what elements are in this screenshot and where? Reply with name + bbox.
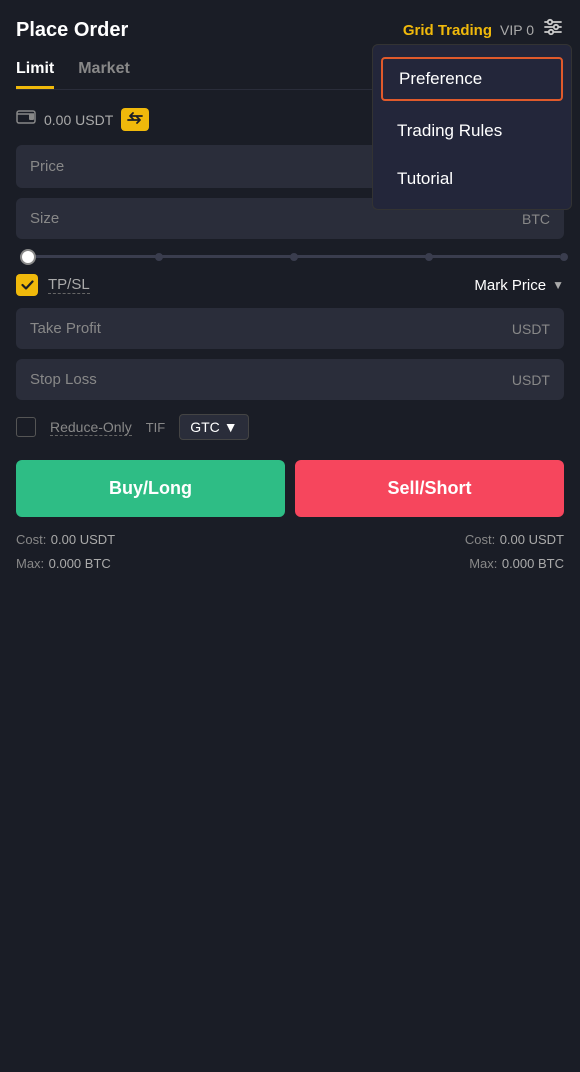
buy-long-button[interactable]: Buy/Long — [16, 460, 285, 517]
take-profit-row: Take Profit USDT — [16, 308, 564, 349]
dropdown-menu: Preference Trading Rules Tutorial — [372, 44, 572, 210]
slider-thumb[interactable] — [20, 249, 36, 265]
grid-trading-button[interactable]: Grid Trading — [403, 22, 492, 39]
vip-badge: VIP 0 — [500, 22, 534, 38]
transfer-button[interactable] — [121, 108, 149, 131]
size-unit: BTC — [522, 211, 550, 227]
size-slider[interactable] — [16, 255, 564, 258]
sell-cost-value: 0.00 USDT — [500, 532, 564, 547]
options-row: Reduce-Only TIF GTC ▼ — [16, 414, 564, 440]
gtc-select[interactable]: GTC ▼ — [179, 414, 248, 440]
tpsl-left: TP/SL — [16, 274, 90, 296]
cost-row: Cost: 0.00 USDT Cost: 0.00 USDT — [16, 531, 564, 549]
size-label: Size — [30, 210, 59, 227]
take-profit-label: Take Profit — [30, 320, 101, 337]
mark-price-selector[interactable]: Mark Price ▼ — [474, 277, 564, 294]
tpsl-checkbox[interactable] — [16, 274, 38, 296]
sell-cost-label: Cost: — [465, 532, 495, 547]
mark-price-label: Mark Price — [474, 277, 546, 294]
wallet-icon — [16, 110, 36, 129]
stop-loss-unit: USDT — [512, 372, 550, 388]
reduce-only-label: Reduce-Only — [50, 419, 132, 436]
header-right: Grid Trading VIP 0 Preference Trading Ru… — [403, 16, 564, 44]
buy-cost-value: 0.00 USDT — [51, 532, 115, 547]
gtc-chevron-icon: ▼ — [224, 419, 238, 435]
action-buttons: Buy/Long Sell/Short — [16, 460, 564, 517]
sell-max-label: Max: — [469, 556, 497, 571]
slider-dot-50 — [290, 253, 298, 261]
slider-dot-100 — [560, 253, 568, 261]
sell-max-section: Max: 0.000 BTC — [469, 555, 564, 573]
stop-loss-row: Stop Loss USDT — [16, 359, 564, 400]
sell-cost-section: Cost: 0.00 USDT — [465, 531, 564, 549]
slider-dot-75 — [425, 253, 433, 261]
price-label: Price — [30, 158, 64, 175]
max-row: Max: 0.000 BTC Max: 0.000 BTC — [16, 555, 564, 573]
tab-market[interactable]: Market — [78, 60, 130, 89]
buy-max-section: Max: 0.000 BTC — [16, 555, 111, 573]
dropdown-item-tutorial[interactable]: Tutorial — [373, 155, 571, 203]
tab-limit[interactable]: Limit — [16, 60, 54, 89]
chevron-down-icon: ▼ — [552, 278, 564, 292]
reduce-only-checkbox[interactable] — [16, 417, 36, 437]
tpsl-label: TP/SL — [48, 276, 90, 294]
slider-dot-25 — [155, 253, 163, 261]
sell-max-value: 0.000 BTC — [502, 556, 564, 571]
buy-cost-section: Cost: 0.00 USDT — [16, 531, 115, 549]
page-title: Place Order — [16, 19, 128, 42]
balance-amount: 0.00 USDT — [44, 112, 113, 128]
stop-loss-label: Stop Loss — [30, 371, 97, 388]
sell-short-button[interactable]: Sell/Short — [295, 460, 564, 517]
gtc-value: GTC — [190, 419, 220, 435]
header: Place Order Grid Trading VIP 0 Preferenc… — [16, 16, 564, 44]
buy-max-value: 0.000 BTC — [49, 556, 111, 571]
buy-max-label: Max: — [16, 556, 44, 571]
tpsl-row: TP/SL Mark Price ▼ — [16, 274, 564, 296]
settings-icon[interactable] — [542, 16, 564, 44]
take-profit-unit: USDT — [512, 321, 550, 337]
slider-track — [20, 255, 560, 258]
tif-label: TIF — [146, 420, 166, 435]
buy-cost-label: Cost: — [16, 532, 46, 547]
dropdown-item-trading-rules[interactable]: Trading Rules — [373, 107, 571, 155]
dropdown-item-preference[interactable]: Preference — [381, 57, 563, 101]
